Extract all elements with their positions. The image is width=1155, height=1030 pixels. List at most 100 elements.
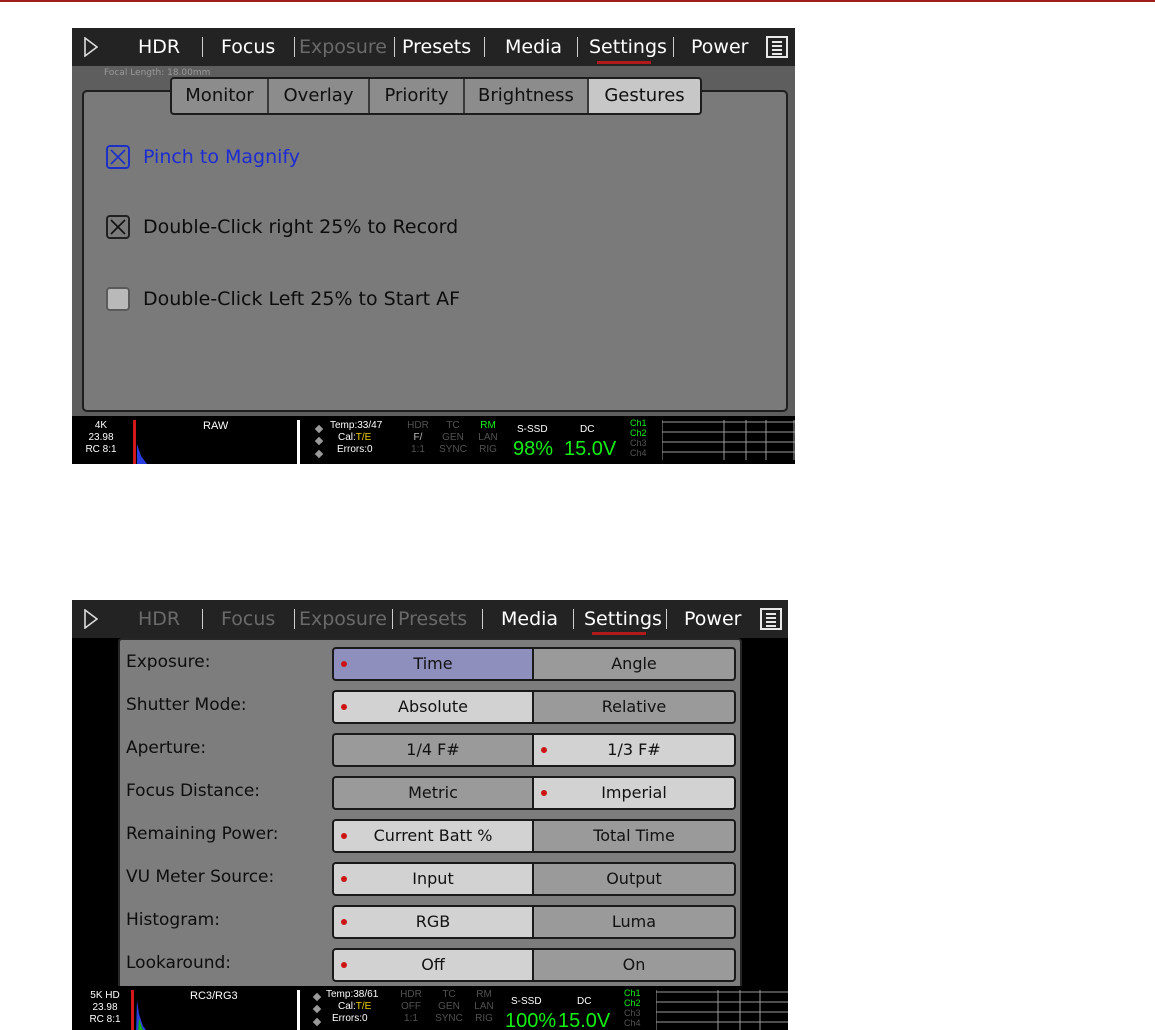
option-luma[interactable]: Luma — [534, 907, 734, 937]
power-label: DC — [577, 996, 592, 1007]
setting-label: Aperture: — [126, 738, 207, 758]
tab-brightness[interactable]: Brightness — [465, 79, 589, 113]
nav-hdr[interactable]: HDR — [138, 607, 180, 631]
errors-text: Errors:0 — [332, 1013, 368, 1024]
checkbox-label: Double-Click right 25% to Record — [143, 216, 459, 238]
segmented-control: Current Batt % Total Time — [332, 819, 736, 853]
setting-row-shutter-mode: Shutter Mode: Absolute Relative — [120, 685, 740, 728]
checkbox-label: Double-Click Left 25% to Start AF — [143, 288, 461, 310]
play-icon[interactable] — [84, 37, 98, 57]
checkbox-checked[interactable] — [106, 145, 130, 169]
nav-power[interactable]: Power — [691, 35, 748, 59]
status-sync: SYNC — [435, 1013, 463, 1024]
resolution-text: 4K — [94, 420, 108, 431]
status-ratio: 1:1 — [411, 444, 425, 455]
nav-separator — [202, 37, 203, 57]
status-fstop: F/ — [413, 432, 423, 443]
status-lan: LAN — [478, 432, 498, 443]
audio-ch3: Ch3 — [630, 438, 647, 448]
nav-focus[interactable]: Focus — [221, 35, 275, 59]
selected-dot-icon — [341, 704, 347, 710]
active-tab-underline — [597, 61, 651, 64]
status-gen: GEN — [442, 432, 464, 443]
menu-icon[interactable] — [760, 608, 782, 630]
nav-hdr[interactable]: HDR — [138, 35, 180, 59]
option-angle[interactable]: Angle — [534, 649, 734, 679]
checkbox-checked[interactable] — [106, 215, 130, 239]
compression-text: RC 8:1 — [85, 444, 117, 455]
checkbox-unchecked[interactable] — [106, 287, 130, 311]
selected-dot-icon — [541, 747, 547, 753]
status-bar: 4K 23.98 RC 8:1 RAW Temp:33/47 Cal:T/E E… — [72, 416, 795, 464]
status-tc: TC — [442, 989, 456, 1000]
option-output[interactable]: Output — [534, 864, 734, 894]
setting-label: Exposure: — [126, 652, 211, 672]
nav-settings[interactable]: Settings — [584, 607, 662, 631]
diamond-icon — [312, 1017, 322, 1027]
diamond-icon — [312, 992, 322, 1002]
status-bar: 5K HD 23.98 RC 8:1 RC3/RG3 Temp:38/61 Ca… — [72, 986, 788, 1030]
selected-dot-icon — [341, 919, 347, 925]
nav-presets[interactable]: Presets — [398, 607, 467, 631]
nav-focus[interactable]: Focus — [221, 607, 275, 631]
power-voltage: 15.0V — [564, 438, 617, 460]
segmented-control: Metric Imperial — [332, 776, 736, 810]
option-third-fstop[interactable]: 1/3 F# — [534, 735, 734, 765]
nav-separator — [482, 609, 483, 629]
status-hdr: HDR — [400, 989, 422, 1000]
option-metric[interactable]: Metric — [334, 778, 534, 808]
setting-label: Shutter Mode: — [126, 695, 247, 715]
nav-media[interactable]: Media — [505, 35, 562, 59]
nav-exposure[interactable]: Exposure — [299, 35, 387, 59]
media-label: S-SSD — [517, 424, 548, 435]
segmented-control: Time Angle — [332, 647, 736, 681]
tab-priority[interactable]: Priority — [370, 79, 465, 113]
status-gen: GEN — [438, 1001, 460, 1012]
active-tab-underline — [592, 632, 646, 635]
nav-separator — [673, 37, 674, 57]
option-input[interactable]: Input — [334, 864, 534, 894]
selected-dot-icon — [341, 962, 347, 968]
settings-panel: Exposure: Time Angle Shutter Mode: Absol… — [118, 638, 742, 994]
option-relative[interactable]: Relative — [534, 692, 734, 722]
selected-dot-icon — [341, 661, 347, 667]
diamond-icon — [314, 424, 324, 434]
tab-monitor[interactable]: Monitor — [172, 79, 269, 113]
nav-separator — [294, 37, 295, 57]
tab-gestures[interactable]: Gestures — [589, 79, 700, 113]
play-icon[interactable] — [84, 609, 98, 629]
top-nav-bar: HDR Focus Exposure Presets Media Setting… — [72, 28, 795, 66]
codec-text: RAW — [203, 420, 229, 432]
setting-label: Histogram: — [126, 910, 220, 930]
selected-dot-icon — [541, 790, 547, 796]
menu-icon[interactable] — [766, 36, 788, 58]
power-voltage: 15.0V — [558, 1010, 611, 1030]
check-x-icon — [110, 149, 126, 165]
option-off[interactable]: Off — [334, 950, 534, 980]
option-time[interactable]: Time — [334, 649, 534, 679]
option-total-time[interactable]: Total Time — [534, 821, 734, 851]
segmented-control: Off On — [332, 948, 736, 982]
nav-separator — [392, 609, 393, 629]
setting-row-exposure: Exposure: Time Angle — [120, 642, 740, 685]
option-on[interactable]: On — [534, 950, 734, 980]
tab-overlay[interactable]: Overlay — [269, 79, 370, 113]
nav-separator — [666, 609, 667, 629]
nav-separator — [294, 609, 295, 629]
option-absolute[interactable]: Absolute — [334, 692, 534, 722]
nav-power[interactable]: Power — [684, 607, 741, 631]
diamond-icon — [312, 1004, 322, 1014]
nav-presets[interactable]: Presets — [402, 35, 471, 59]
option-rgb[interactable]: RGB — [334, 907, 534, 937]
option-quarter-fstop[interactable]: 1/4 F# — [334, 735, 534, 765]
status-rm: RM — [480, 420, 496, 431]
option-imperial[interactable]: Imperial — [534, 778, 734, 808]
nav-settings[interactable]: Settings — [589, 35, 667, 59]
nav-exposure[interactable]: Exposure — [299, 607, 387, 631]
segmented-control: Input Output — [332, 862, 736, 896]
diamond-icon — [314, 436, 324, 446]
nav-media[interactable]: Media — [501, 607, 558, 631]
setting-row-vu-meter-source: VU Meter Source: Input Output — [120, 857, 740, 900]
option-current-batt[interactable]: Current Batt % — [334, 821, 534, 851]
segmented-control: Absolute Relative — [332, 690, 736, 724]
